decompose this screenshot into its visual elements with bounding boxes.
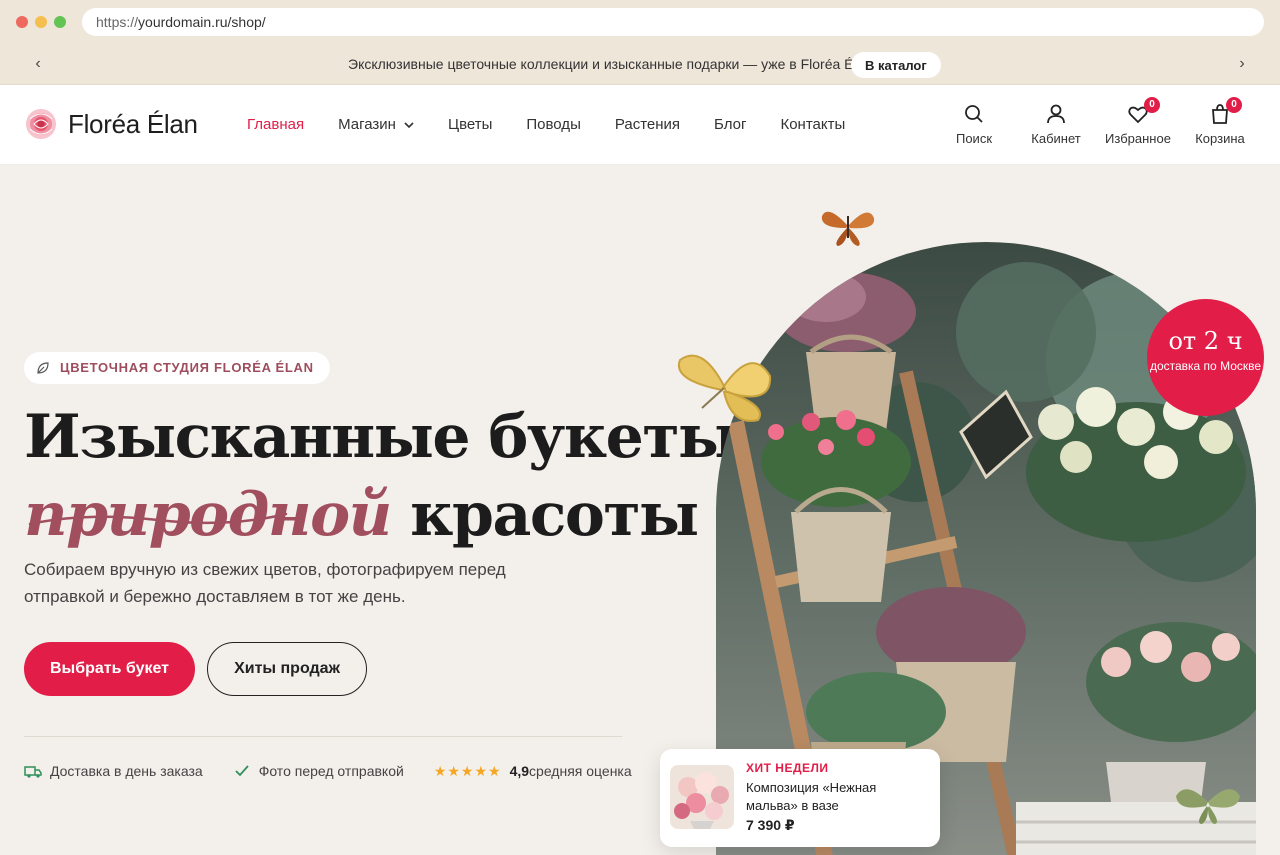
hit-price: 7 390 ₽ <box>746 817 795 833</box>
browser-chrome: https://yourdomain.ru/shop/ <box>0 0 1280 44</box>
hit-tag: ХИТ НЕДЕЛИ <box>746 761 829 775</box>
rating-label: средняя оценка <box>529 763 632 779</box>
cart-count-badge: 0 <box>1226 97 1242 113</box>
hero-divider <box>24 736 622 737</box>
bestsellers-button[interactable]: Хиты продаж <box>207 642 367 696</box>
headline-underline-swash <box>28 512 288 526</box>
choose-bouquet-button[interactable]: Выбрать букет <box>24 642 195 696</box>
url-path: yourdomain.ru/shop/ <box>138 14 266 30</box>
butterfly-green-icon <box>1176 789 1240 824</box>
promo-prev-icon[interactable]: ‹ <box>28 54 48 74</box>
wishlist-button[interactable]: 0 Избранное <box>1102 97 1174 146</box>
hero-headline: Изысканные букеты природной красоты <box>24 398 738 554</box>
rating-value: 4,9 <box>509 763 530 779</box>
search-button[interactable]: Поиск <box>938 103 1010 146</box>
cart-button[interactable]: 0 Корзина <box>1184 97 1256 146</box>
wishlist-count-badge: 0 <box>1144 97 1160 113</box>
butterfly-top-icon <box>821 211 875 246</box>
butterfly-yellow-icon <box>677 354 772 422</box>
hero-section: ЦВЕТОЧНАЯ СТУДИЯ FLORÉA ÉLAN Изысканные … <box>0 166 1280 855</box>
nav-item-blog[interactable]: Блог <box>714 116 746 133</box>
rose-logo-icon <box>26 109 56 139</box>
feature-photo-text: Фото перед отправкой <box>258 763 404 779</box>
site-header: Floréa Élan Главная Магазин Цветы Поводы… <box>0 85 1280 165</box>
promo-next-icon[interactable]: › <box>1232 54 1252 74</box>
hit-title: Композиция «Нежная мальва» в вазе <box>746 780 877 813</box>
hit-product-thumbnail <box>670 765 734 829</box>
hero-features: Доставка в день заказа Фото перед отправ… <box>24 762 662 780</box>
nav-item-shop[interactable]: Магазин <box>338 116 414 133</box>
wishlist-label: Избранное <box>1105 131 1171 146</box>
delivery-time: от 2 ч <box>1168 327 1243 355</box>
catalog-button[interactable]: В каталог <box>851 52 941 78</box>
promo-text: Эксклюзивные цветочные коллекции и изыск… <box>348 56 877 72</box>
headline-line-2: красоты <box>390 480 699 550</box>
delivery-time-badge: от 2 ч доставка по Москве <box>1147 299 1264 416</box>
header-actions: Поиск Кабинет 0 Избранное 0 Корзина <box>928 97 1256 146</box>
address-bar[interactable]: https://yourdomain.ru/shop/ <box>82 8 1264 36</box>
nav-item-occasions[interactable]: Поводы <box>526 116 580 133</box>
account-label: Кабинет <box>1031 131 1081 146</box>
bouquet-thumbnail-icon <box>670 765 734 829</box>
weekly-hit-card[interactable]: ХИТ НЕДЕЛИ Композиция «Нежная мальва» в … <box>660 749 940 847</box>
leaf-icon <box>37 362 49 374</box>
delivery-area: доставка по Москве <box>1149 359 1262 373</box>
nav-item-flowers[interactable]: Цветы <box>448 116 492 133</box>
cart-label: Корзина <box>1195 131 1245 146</box>
feature-delivery-text: Доставка в день заказа <box>50 763 203 779</box>
truck-icon <box>24 766 42 778</box>
url-scheme: https:// <box>96 14 139 30</box>
feature-delivery: Доставка в день заказа <box>24 762 203 780</box>
nav-item-contacts[interactable]: Контакты <box>780 116 845 133</box>
search-icon <box>965 105 983 123</box>
studio-eyebrow: ЦВЕТОЧНАЯ СТУДИЯ FLORÉA ÉLAN <box>24 352 330 384</box>
nav-item-home[interactable]: Главная <box>247 116 304 133</box>
logo-text: Floréa Élan <box>68 108 198 139</box>
chevron-down-icon <box>404 121 414 128</box>
promo-bar: ‹ Эксклюзивные цветочные коллекции и изы… <box>0 44 1280 85</box>
feature-photo: Фото перед отправкой <box>233 762 404 780</box>
eyebrow-text: ЦВЕТОЧНАЯ СТУДИЯ FLORÉA ÉLAN <box>60 360 314 375</box>
rating-stars-icon: ★★★★★ <box>433 762 502 779</box>
nav-item-plants[interactable]: Растения <box>615 116 680 133</box>
main-nav: Главная Магазин Цветы Поводы Растения Бл… <box>247 116 879 133</box>
user-icon <box>1047 104 1065 124</box>
nav-item-shop-label: Магазин <box>338 116 396 133</box>
hero-subtitle: Собираем вручную из свежих цветов, фотог… <box>24 560 506 606</box>
feature-rating: ★★★★★ 4,9 средняя оценка <box>434 763 632 780</box>
search-label: Поиск <box>955 131 993 146</box>
headline-line-1: Изысканные букеты <box>24 402 738 472</box>
check-icon <box>235 765 249 777</box>
window-close-button[interactable] <box>16 16 28 28</box>
window-maximize-button[interactable] <box>54 16 66 28</box>
logo[interactable]: Floréa Élan <box>24 107 198 141</box>
window-minimize-button[interactable] <box>35 16 47 28</box>
account-button[interactable]: Кабинет <box>1020 103 1092 146</box>
